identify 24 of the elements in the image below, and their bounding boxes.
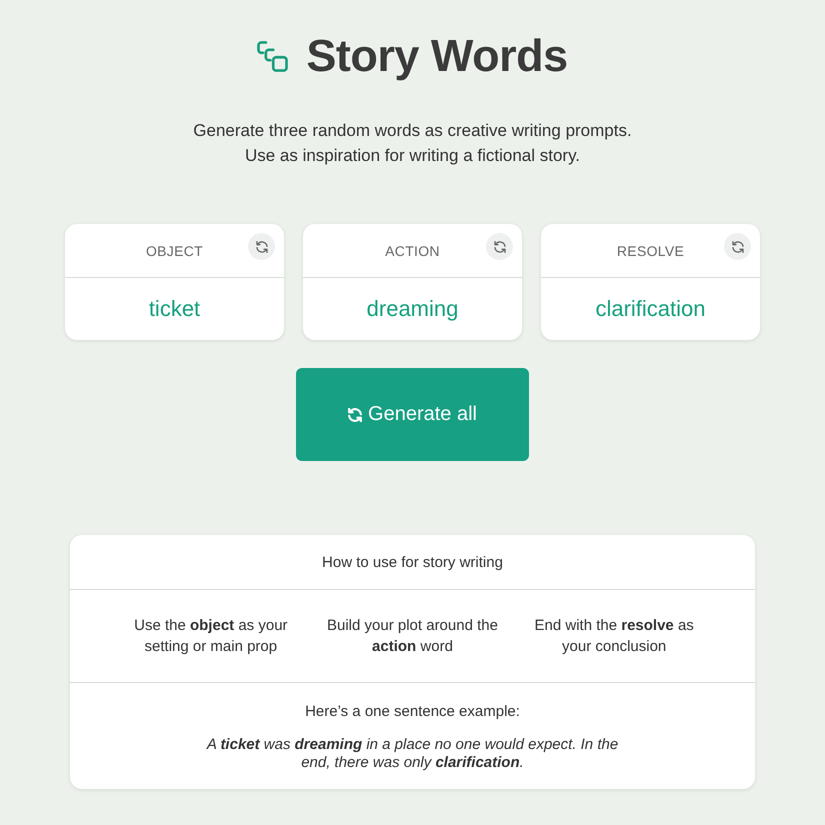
tip-text: Build your plot around the action word bbox=[326, 616, 499, 657]
example-sentence: A ticket was dreaming in a place no one would expect. In the end, there was only clarification. bbox=[205, 736, 620, 772]
word-text: dreaming bbox=[366, 296, 458, 322]
card-label: ACTION bbox=[385, 242, 440, 258]
refresh-icon bbox=[494, 240, 506, 252]
word-text: ticket bbox=[148, 296, 200, 322]
word-text: clarification bbox=[595, 296, 706, 322]
refresh-button[interactable] bbox=[248, 233, 275, 260]
logo-icon bbox=[257, 40, 288, 72]
card-label: OBJECT bbox=[146, 242, 204, 258]
guide-title: How to use for story writing bbox=[322, 554, 503, 570]
refresh-icon bbox=[732, 240, 744, 252]
refresh-icon bbox=[256, 240, 268, 252]
app-title: Story Words bbox=[306, 29, 568, 83]
refresh-button[interactable] bbox=[486, 233, 513, 260]
refresh-icon bbox=[348, 408, 362, 422]
subtitle-line: Use as inspiration for writing a fictional story. bbox=[244, 145, 580, 167]
generate-all-button[interactable]: Generate all bbox=[296, 368, 529, 461]
subtitle-line: Generate three random words as creative writing prompts. bbox=[193, 120, 632, 142]
example-heading: Here’s a one sentence example: bbox=[305, 702, 520, 722]
refresh-button[interactable] bbox=[724, 233, 751, 260]
tip-text: Use the object as your setting or main prop bbox=[133, 616, 289, 657]
tip-text: End with the resolve as your conclusion bbox=[534, 616, 695, 657]
card-label: RESOLVE bbox=[616, 242, 684, 258]
